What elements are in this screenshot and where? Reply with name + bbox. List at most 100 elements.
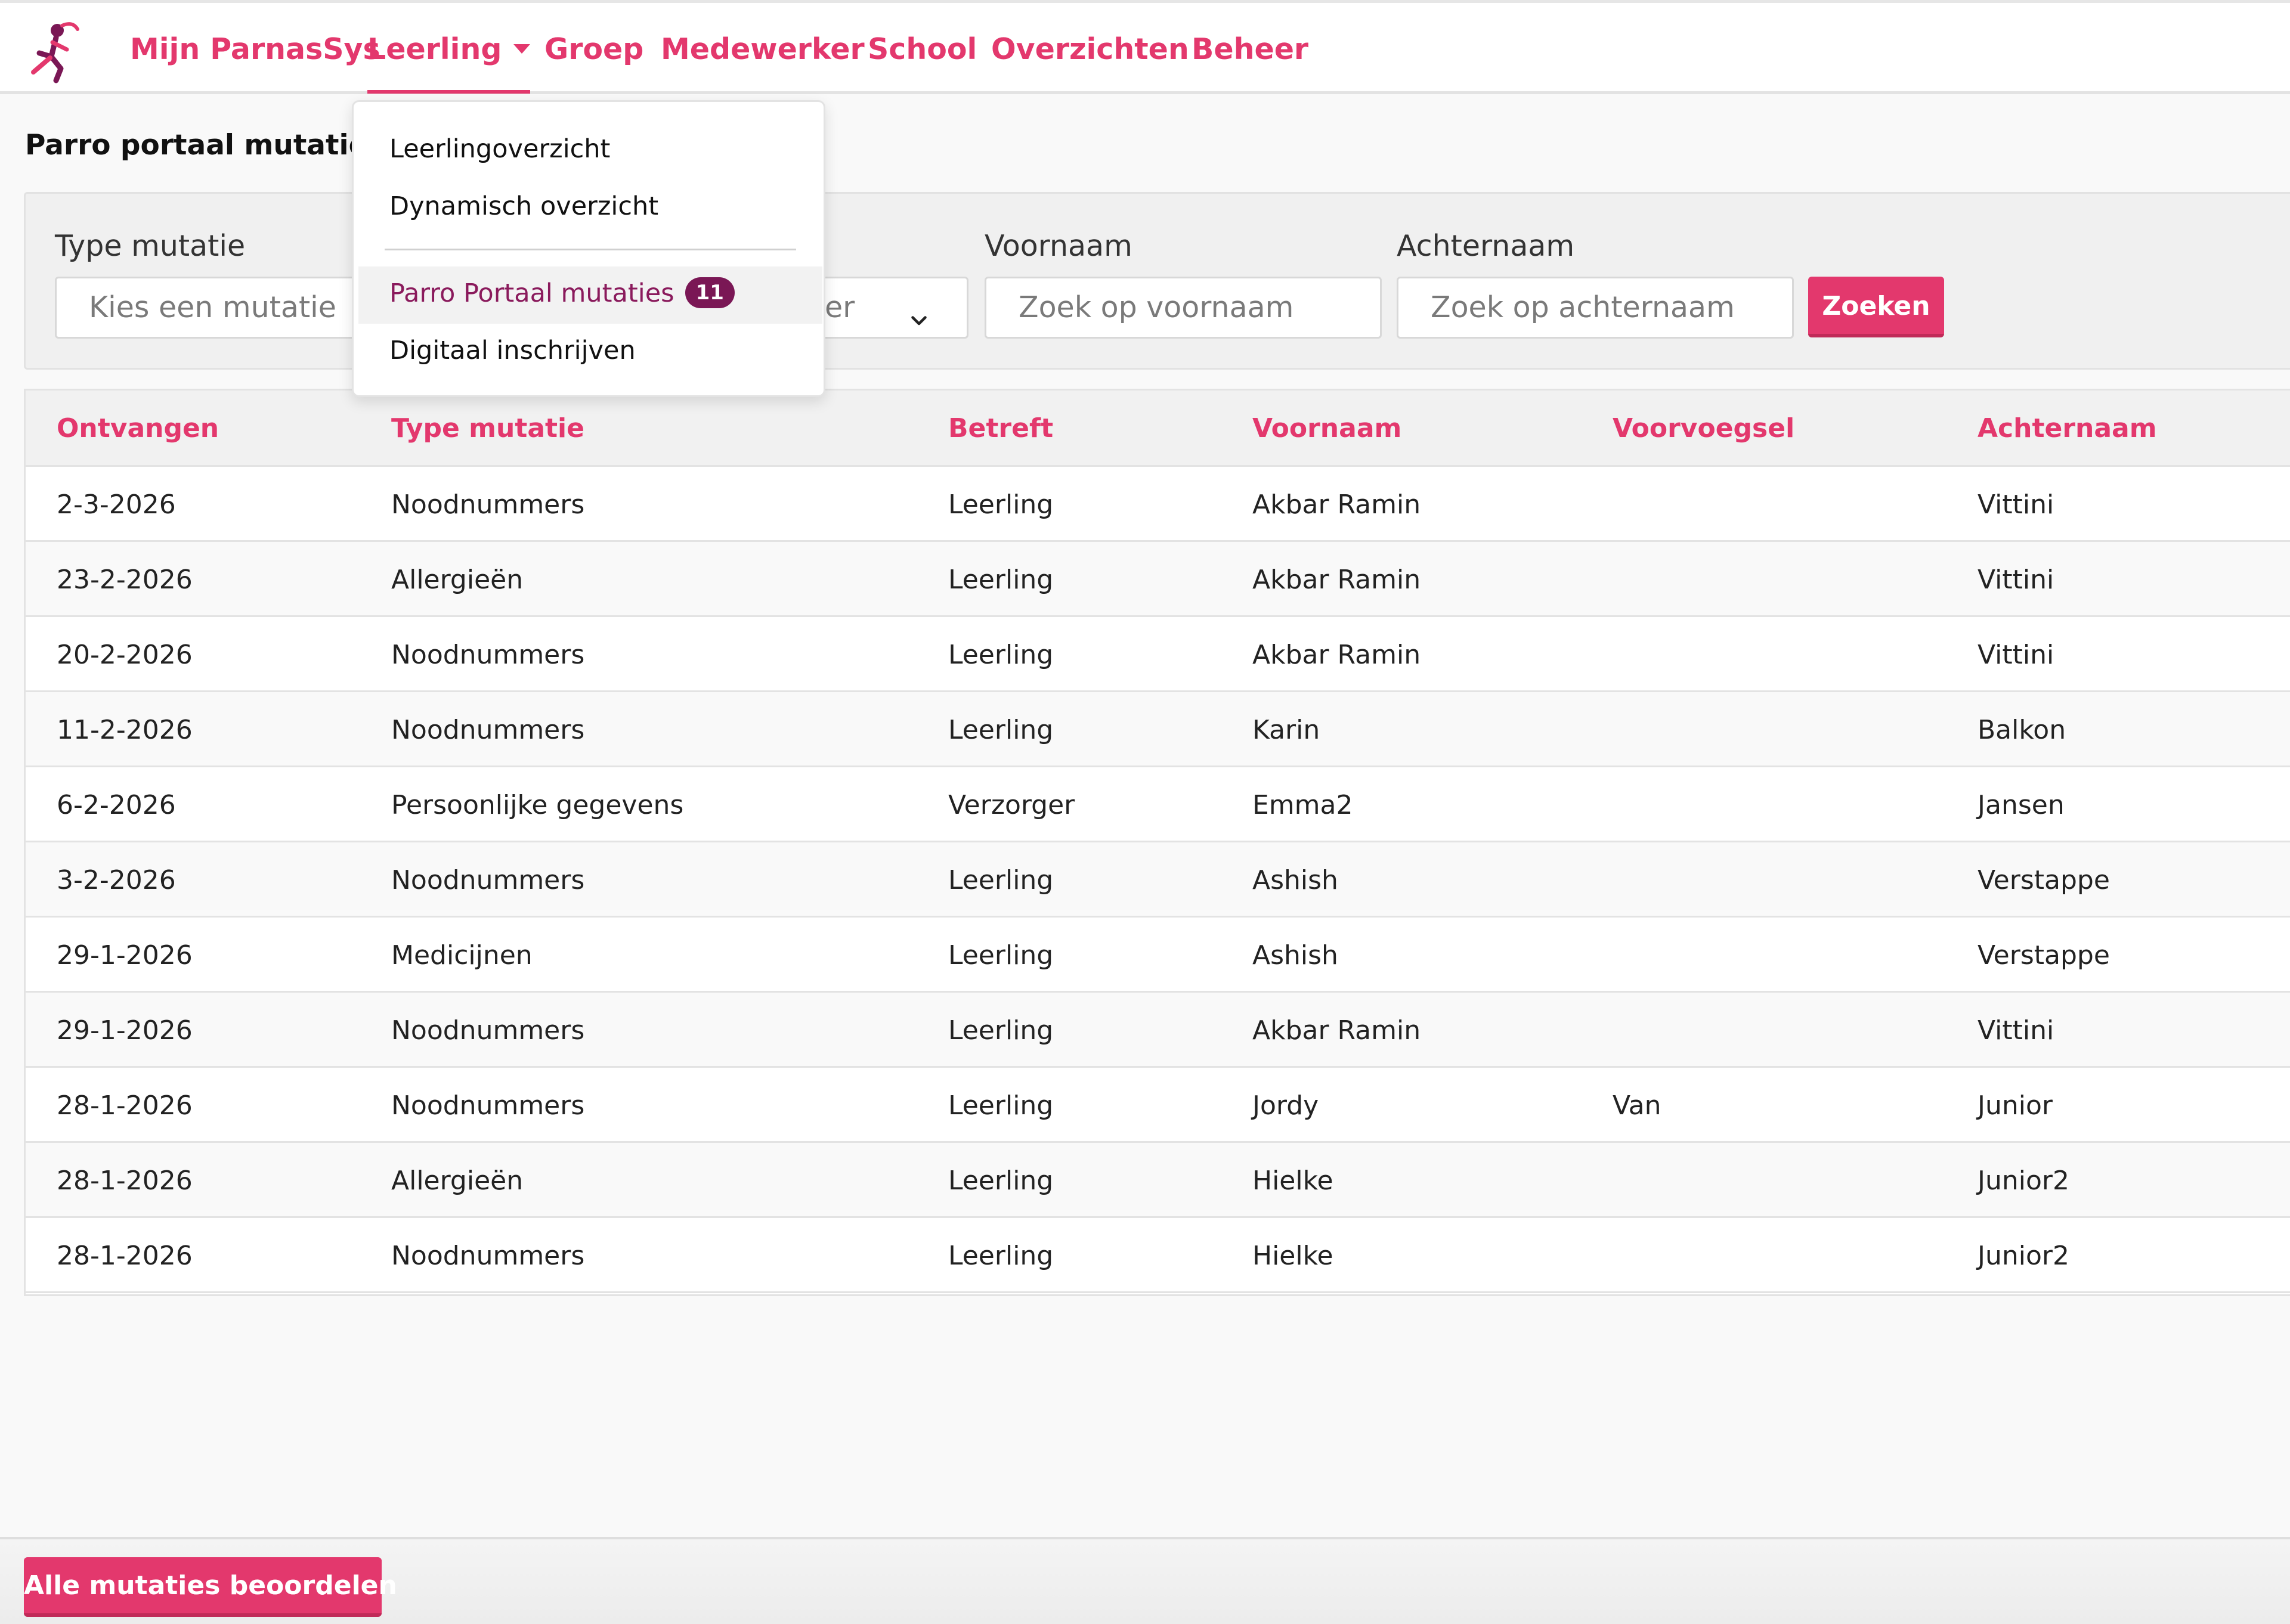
table-row[interactable]: 28-1-2026 Noodnummers Leerling Jordy Van Juni… xyxy=(26,1068,2290,1143)
cell-ontvangen: 20-2-2026 xyxy=(57,640,193,670)
cell-voornaam: Emma2 xyxy=(1252,790,1353,820)
nav-label: Groep xyxy=(544,32,644,66)
table-row[interactable]: 3-2-2026 Noodnummers Leerling Ashish Verstap… xyxy=(26,842,2290,918)
top-navigation: Mijn ParnasSys Leerling Groep Medewerker… xyxy=(0,0,2290,94)
voornaam-input[interactable]: Zoek op voornaam xyxy=(985,277,1382,339)
nav-groep[interactable]: Groep xyxy=(544,32,643,67)
nav-label: Medewerker xyxy=(661,32,865,66)
cell-type-mutatie: Allergieën xyxy=(391,1166,524,1196)
cell-achternaam: Vittini xyxy=(1978,1015,2054,1046)
column-header-type-mutatie[interactable]: Type mutatie xyxy=(391,413,584,444)
cell-type-mutatie: Noodnummers xyxy=(391,1090,585,1121)
chevron-down-icon xyxy=(908,294,930,337)
table-row[interactable]: 28-1-2026 Allergieën Leerling Hielke Junior2 xyxy=(26,1143,2290,1218)
mutations-table: Ontvangen Type mutatie Betreft Voornaam … xyxy=(24,389,2290,1296)
cell-type-mutatie: Noodnummers xyxy=(391,1241,585,1271)
type-mutatie-placeholder: Kies een mutatie xyxy=(89,290,336,324)
cell-ontvangen: 28-1-2026 xyxy=(57,1166,193,1196)
nav-leerling[interactable]: Leerling xyxy=(367,32,531,94)
cell-type-mutatie: Allergieën xyxy=(391,565,524,595)
cell-voornaam: Jordy xyxy=(1252,1090,1319,1121)
cell-voornaam: Akbar Ramin xyxy=(1252,489,1421,520)
search-button[interactable]: Zoeken xyxy=(1808,277,1944,337)
achternaam-input[interactable]: Zoek op achternaam xyxy=(1397,277,1794,339)
nav-label: Mijn ParnasSys xyxy=(130,32,380,66)
nav-label: School xyxy=(868,32,977,66)
cell-voornaam: Hielke xyxy=(1252,1241,1333,1271)
cell-type-mutatie: Medicijnen xyxy=(391,940,533,971)
menu-item-label: Parro Portaal mutaties xyxy=(389,278,674,308)
menu-item-leerlingoverzicht[interactable]: Leerlingoverzicht xyxy=(389,134,610,164)
cell-type-mutatie: Noodnummers xyxy=(391,865,585,895)
cell-voornaam: Ashish xyxy=(1252,865,1338,895)
table-row[interactable]: 11-2-2026 Noodnummers Leerling Karin Balkon xyxy=(26,692,2290,767)
cell-achternaam: Vittini xyxy=(1978,640,2054,670)
cell-betreft: Leerling xyxy=(948,565,1054,595)
cell-voornaam: Akbar Ramin xyxy=(1252,565,1421,595)
column-header-voornaam[interactable]: Voornaam xyxy=(1252,413,1401,444)
cell-betreft: Verzorger xyxy=(948,790,1075,820)
column-header-voorvoegsel[interactable]: Voorvoegsel xyxy=(1613,413,1794,444)
cell-ontvangen: 11-2-2026 xyxy=(57,715,193,745)
cell-type-mutatie: Noodnummers xyxy=(391,640,585,670)
nav-school[interactable]: School xyxy=(868,32,977,67)
review-all-mutations-button[interactable]: Alle mutaties beoordelen xyxy=(24,1557,397,1617)
cell-betreft: Leerling xyxy=(948,1241,1054,1271)
nav-medewerker[interactable]: Medewerker xyxy=(661,32,865,67)
nav-mijn-parnassys[interactable]: Mijn ParnasSys xyxy=(130,32,380,67)
cell-betreft: Leerling xyxy=(948,715,1054,745)
cell-ontvangen: 28-1-2026 xyxy=(57,1241,193,1271)
menu-item-digitaal-inschrijven[interactable]: Digitaal inschrijven xyxy=(389,336,636,365)
betreft-select-value: er xyxy=(825,290,855,324)
cell-achternaam: Vittini xyxy=(1978,565,2054,595)
menu-item-parro-portaal-mutaties[interactable]: Parro Portaal mutaties 11 xyxy=(389,277,735,311)
cell-achternaam: Jansen xyxy=(1978,790,2065,820)
table-row[interactable]: 28-1-2026 Noodnummers Leerling Hielke Junior… xyxy=(26,1218,2290,1293)
cell-voorvoegsel: Van xyxy=(1613,1090,1661,1121)
menu-item-dynamisch-overzicht[interactable]: Dynamisch overzicht xyxy=(389,191,658,221)
cell-ontvangen: 29-1-2026 xyxy=(57,940,193,971)
type-mutatie-select[interactable]: Kies een mutatie xyxy=(55,277,365,339)
column-header-achternaam[interactable]: Achternaam xyxy=(1978,413,2157,444)
table-row[interactable]: 2-3-2026 Noodnummers Leerling Akbar Ramin Vi… xyxy=(26,467,2290,542)
cell-betreft: Leerling xyxy=(948,640,1054,670)
parnassys-logo-icon[interactable] xyxy=(26,18,80,84)
voornaam-label: Voornaam xyxy=(985,229,1132,263)
cell-voornaam: Ashish xyxy=(1252,940,1338,971)
cell-type-mutatie: Noodnummers xyxy=(391,715,585,745)
cell-type-mutatie: Persoonlijke gegevens xyxy=(391,790,684,820)
cell-betreft: Leerling xyxy=(948,1090,1054,1121)
achternaam-label: Achternaam xyxy=(1397,229,1575,263)
nav-label: Beheer xyxy=(1192,32,1309,66)
cell-achternaam: Junior xyxy=(1978,1090,2053,1121)
cell-ontvangen: 28-1-2026 xyxy=(57,1090,193,1121)
nav-label: Overzichten xyxy=(991,32,1189,66)
cell-betreft: Leerling xyxy=(948,1015,1054,1046)
table-row[interactable]: 20-2-2026 Noodnummers Leerling Akbar Ramin V… xyxy=(26,617,2290,692)
cell-achternaam: Junior2 xyxy=(1978,1166,2069,1196)
cell-ontvangen: 23-2-2026 xyxy=(57,565,193,595)
cell-voornaam: Hielke xyxy=(1252,1166,1333,1196)
table-row[interactable]: 29-1-2026 Medicijnen Leerling Ashish Verstap… xyxy=(26,918,2290,993)
achternaam-placeholder: Zoek op achternaam xyxy=(1431,290,1735,324)
cell-voornaam: Akbar Ramin xyxy=(1252,1015,1421,1046)
table-row[interactable]: 29-1-2026 Noodnummers Leerling Akbar Ramin V… xyxy=(26,993,2290,1068)
cell-achternaam: Vittini xyxy=(1978,489,2054,520)
caret-down-icon xyxy=(513,44,531,54)
table-row[interactable]: 6-2-2026 Persoonlijke gegevens Verzorger Em… xyxy=(26,767,2290,842)
cell-betreft: Leerling xyxy=(948,940,1054,971)
nav-overzichten[interactable]: Overzichten xyxy=(991,32,1189,67)
cell-ontvangen: 6-2-2026 xyxy=(57,790,176,820)
nav-beheer[interactable]: Beheer xyxy=(1192,32,1308,67)
table-row[interactable]: 23-2-2026 Allergieën Leerling Akbar Ramin Vi… xyxy=(26,542,2290,617)
column-header-betreft[interactable]: Betreft xyxy=(948,413,1053,444)
cell-achternaam: Junior2 xyxy=(1978,1241,2069,1271)
cell-ontvangen: 29-1-2026 xyxy=(57,1015,193,1046)
footer-bar: Alle mutaties beoordelen xyxy=(0,1537,2290,1624)
page-title: Parro portaal mutaties xyxy=(25,129,385,162)
cell-ontvangen: 2-3-2026 xyxy=(57,489,176,520)
column-header-ontvangen[interactable]: Ontvangen xyxy=(57,413,219,444)
cell-voornaam: Karin xyxy=(1252,715,1320,745)
leerling-dropdown-menu: Leerlingoverzicht Dynamisch overzicht Pa… xyxy=(352,100,825,397)
count-badge: 11 xyxy=(685,277,735,308)
